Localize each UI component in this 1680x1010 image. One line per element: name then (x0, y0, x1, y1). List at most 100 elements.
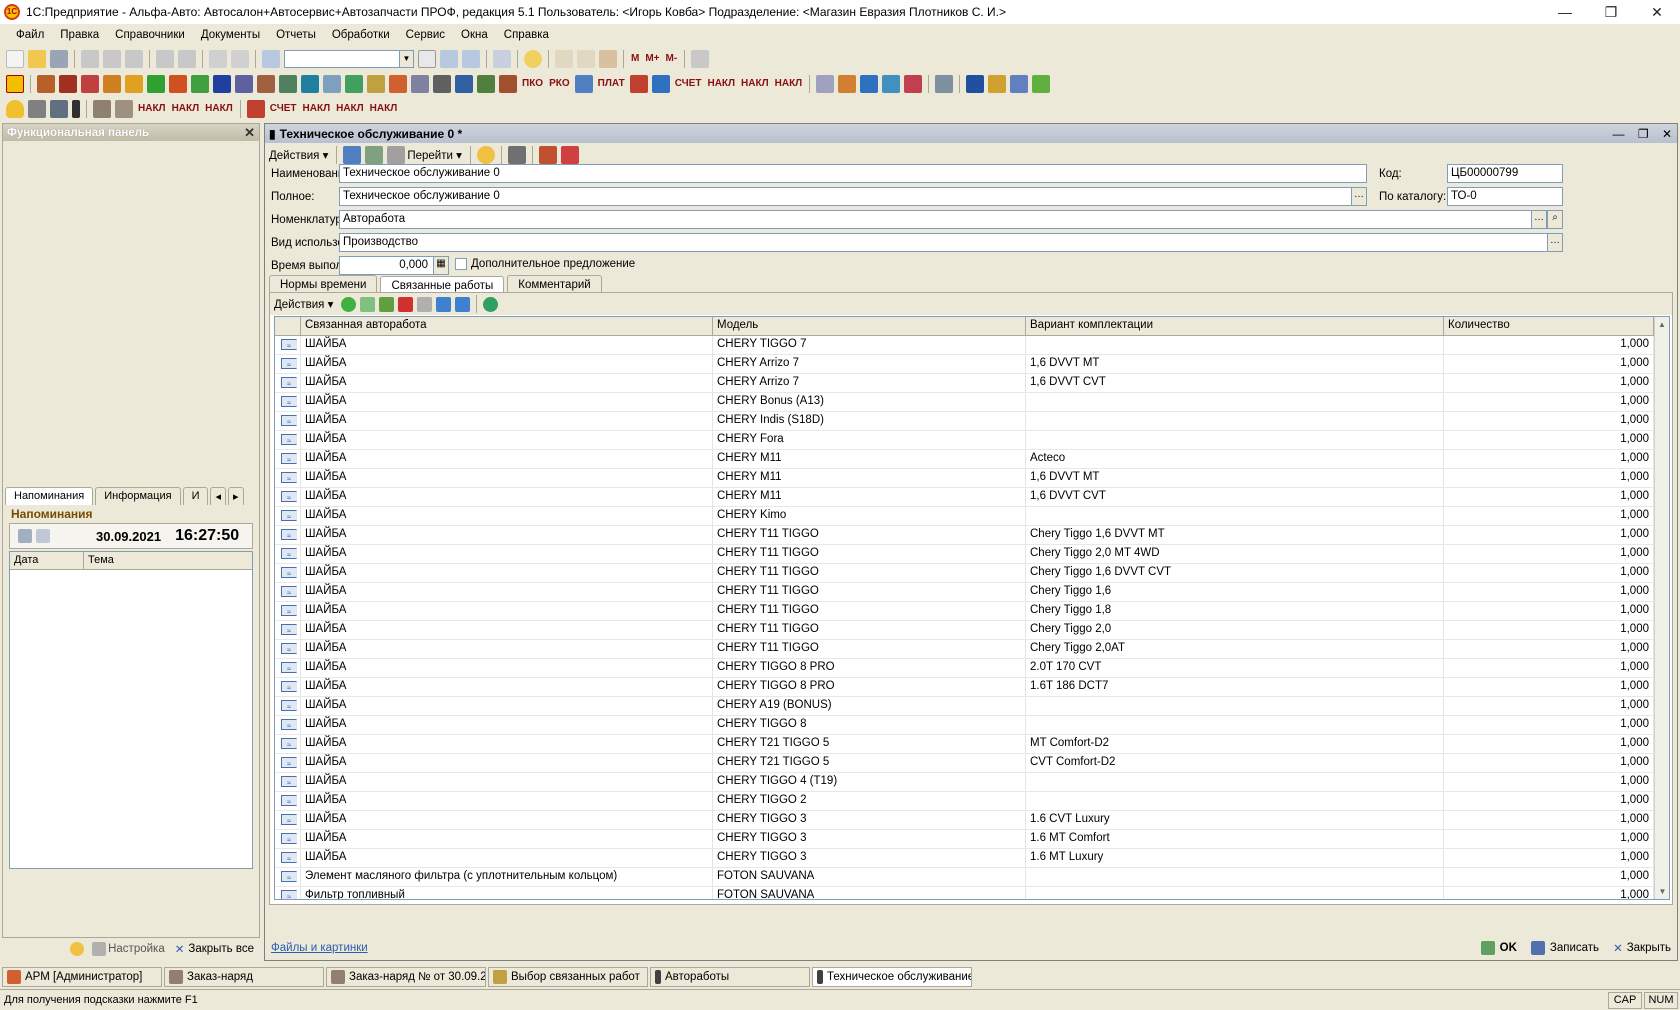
nomenclature-field[interactable]: Авторабота (339, 210, 1563, 229)
cell-variant[interactable] (1026, 336, 1444, 354)
windows-icon[interactable] (493, 49, 511, 68)
col-topic[interactable]: Тема (84, 552, 252, 569)
engine-icon[interactable] (50, 99, 68, 118)
users-icon[interactable] (599, 49, 617, 68)
scroll-tabs-right-icon[interactable]: ▸ (228, 487, 244, 505)
full-name-field[interactable]: Техническое обслуживание 0 (339, 187, 1367, 206)
cell-related-work[interactable]: ШАЙБА (301, 526, 713, 544)
actions-menu[interactable]: Действия ▾ (269, 148, 328, 162)
cell-variant[interactable]: Chery Tiggo 1,8 (1026, 602, 1444, 620)
table-row[interactable]: ≈ ШАЙБА CHERY T11 TIGGO Chery Tiggo 1,6 DVV… (275, 526, 1669, 545)
award-icon[interactable] (125, 74, 143, 93)
cell-related-work[interactable]: Элемент масляного фильтра (с уплотнитель… (301, 868, 713, 886)
cell-model[interactable]: CHERY Fora (713, 431, 1026, 449)
full-name-select-button[interactable]: … (1351, 187, 1367, 206)
close-panel-icon[interactable]: ✕ (244, 125, 255, 141)
cell-related-work[interactable]: ШАЙБА (301, 336, 713, 354)
nakl-button-5[interactable]: НАКЛ (172, 103, 200, 114)
cell-related-work[interactable]: ШАЙБА (301, 735, 713, 753)
form-icon[interactable] (323, 74, 341, 93)
menu-edit[interactable]: Правка (60, 29, 99, 41)
cell-model[interactable]: CHERY T21 TIGGO 5 (713, 754, 1026, 772)
cell-variant[interactable] (1026, 431, 1444, 449)
car-icon[interactable] (28, 99, 46, 118)
table-row[interactable]: ≈ ШАЙБА CHERY T11 TIGGO Chery Tiggo 1,8 1,00… (275, 602, 1669, 621)
cell-model[interactable]: CHERY TIGGO 3 (713, 849, 1026, 867)
cell-related-work[interactable]: ШАЙБА (301, 488, 713, 506)
doc-minimize-button[interactable]: — (1612, 127, 1624, 141)
cell-model[interactable]: CHERY T11 TIGGO (713, 602, 1026, 620)
table-row[interactable]: ≈ ШАЙБА CHERY M11 Acteco 1,000 (275, 450, 1669, 469)
chevron-down-icon[interactable]: ▼ (399, 50, 413, 67)
search-icon[interactable] (262, 49, 280, 68)
bank-icon[interactable] (235, 74, 253, 93)
find-icon[interactable] (36, 529, 50, 543)
find-prev-icon[interactable] (462, 49, 480, 68)
open-icon[interactable] (28, 49, 46, 68)
move-icon-2[interactable] (246, 99, 265, 118)
cell-variant[interactable]: Chery Tiggo 2,0 (1026, 621, 1444, 639)
reread-icon[interactable] (365, 146, 384, 164)
cell-variant[interactable] (1026, 773, 1444, 791)
cell-related-work[interactable]: ШАЙБА (301, 621, 713, 639)
table-row[interactable]: ≈ ШАЙБА CHERY T11 TIGGO Chery Tiggo 1,6 1,00… (275, 583, 1669, 602)
menu-service[interactable]: Сервис (406, 29, 445, 41)
report-icon[interactable] (816, 74, 835, 93)
cell-model[interactable]: CHERY T11 TIGGO (713, 640, 1026, 658)
cell-variant[interactable] (1026, 507, 1444, 525)
shelf-icon[interactable] (477, 74, 495, 93)
table-row[interactable]: ≈ Элемент масляного фильтра (с уплотнител… (275, 868, 1669, 887)
report-form-icon[interactable] (538, 146, 557, 164)
book-icon[interactable] (966, 74, 985, 93)
table-row[interactable]: ≈ ШАЙБА CHERY A19 (BONUS) 1,000 (275, 697, 1669, 716)
table-row[interactable]: ≈ ШАЙБА CHERY TIGGO 8 PRO 1.6T 186 DCT7 1,00… (275, 678, 1669, 697)
cell-quantity[interactable]: 1,000 (1444, 336, 1654, 354)
pointer-icon[interactable] (6, 74, 24, 93)
cell-variant[interactable]: Acteco (1026, 450, 1444, 468)
print-icon[interactable] (156, 49, 174, 68)
restore-button[interactable]: ❐ (1588, 0, 1634, 24)
cell-model[interactable]: CHERY Arrizo 7 (713, 355, 1026, 373)
menu-documents[interactable]: Документы (201, 29, 260, 41)
usage-field[interactable]: Производство (339, 233, 1563, 252)
cell-variant[interactable]: 1.6 CVT Luxury (1026, 811, 1444, 829)
cell-related-work[interactable]: ШАЙБА (301, 640, 713, 658)
cell-model[interactable]: CHERY Kimo (713, 507, 1026, 525)
table-row[interactable]: ≈ ШАЙБА CHERY TIGGO 3 1.6 CVT Luxury 1,000 (275, 811, 1669, 830)
cell-variant[interactable]: MT Comfort-D2 (1026, 735, 1444, 753)
list-icon[interactable] (433, 74, 451, 93)
schet-button[interactable]: СЧЕТ (675, 78, 702, 89)
memory-plus-button[interactable]: M+ (645, 53, 659, 64)
scroll-tabs-left-icon[interactable]: ◂ (210, 487, 227, 505)
plat-button[interactable]: ПЛАТ (598, 78, 625, 89)
tools-icon-2[interactable] (93, 99, 111, 118)
tab-information[interactable]: Информация (95, 487, 181, 505)
parts-icon[interactable] (81, 74, 99, 93)
cell-related-work[interactable]: ШАЙБА (301, 545, 713, 563)
nomenclature-open-icon[interactable]: ⌕ (1547, 210, 1563, 229)
cell-quantity[interactable]: 1,000 (1444, 811, 1654, 829)
table-row[interactable]: ≈ ШАЙБА CHERY Arrizo 7 1,6 DVVT MT 1,000 (275, 355, 1669, 374)
cell-quantity[interactable]: 1,000 (1444, 830, 1654, 848)
cell-variant[interactable]: Chery Tiggo 2,0AT (1026, 640, 1444, 658)
cell-variant[interactable]: Chery Tiggo 2,0 MT 4WD (1026, 545, 1444, 563)
cell-model[interactable]: CHERY M11 (713, 469, 1026, 487)
cell-quantity[interactable]: 1,000 (1444, 545, 1654, 563)
table-row[interactable]: ≈ ШАЙБА CHERY T21 TIGGO 5 CVT Comfort-D2 1,0… (275, 754, 1669, 773)
print-doc-icon[interactable] (411, 74, 429, 93)
save-icon[interactable] (50, 49, 68, 68)
tools-icon[interactable] (691, 49, 710, 68)
cell-variant[interactable] (1026, 792, 1444, 810)
cell-variant[interactable]: CVT Comfort-D2 (1026, 754, 1444, 772)
ok-button[interactable]: OK (1480, 941, 1517, 955)
copy-icon[interactable] (103, 49, 121, 68)
pin-icon[interactable] (18, 529, 32, 543)
cell-related-work[interactable]: ШАЙБА (301, 469, 713, 487)
tab-reminders[interactable]: Напоминания (5, 487, 94, 505)
memory-button[interactable]: M (631, 53, 639, 64)
save-button[interactable]: Записать (1530, 941, 1599, 955)
move-down-icon[interactable] (455, 296, 471, 312)
cell-quantity[interactable]: 1,000 (1444, 621, 1654, 639)
paste-icon[interactable] (125, 49, 143, 68)
contacts-icon[interactable] (1010, 74, 1029, 93)
